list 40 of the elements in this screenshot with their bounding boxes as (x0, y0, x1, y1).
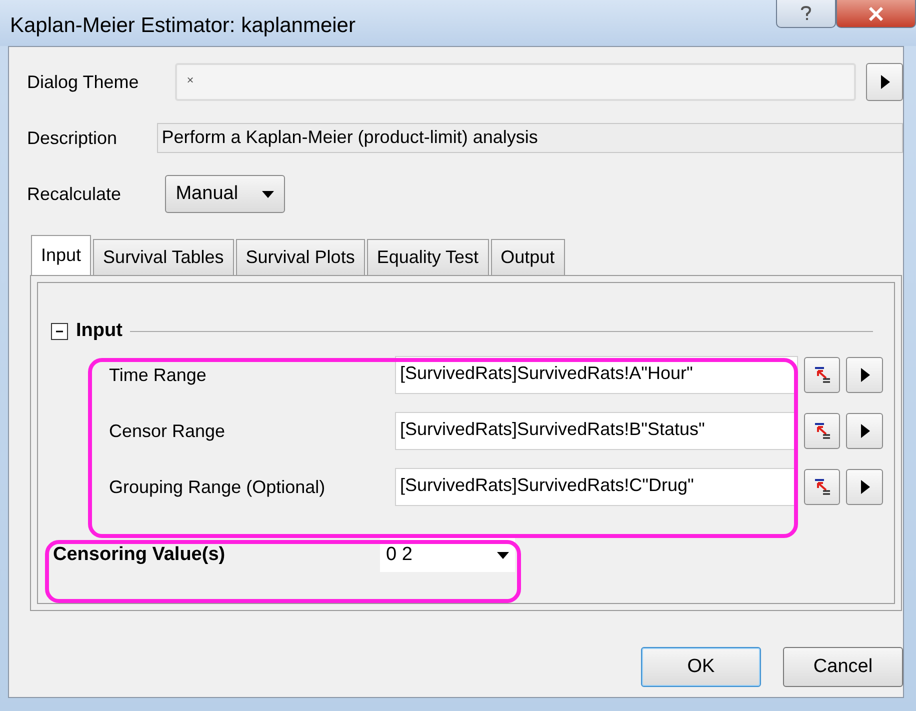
help-button[interactable] (776, 0, 836, 28)
tab[interactable]: Equality Test (366, 239, 489, 275)
tab[interactable]: Survival Tables (93, 239, 234, 275)
arrow-button[interactable] (846, 357, 883, 393)
tab[interactable]: Output (490, 239, 565, 275)
range-select-icon[interactable] (813, 366, 831, 384)
field-label: Recalculate (27, 184, 122, 204)
collapse-toggle[interactable] (51, 322, 68, 340)
play-arrow-icon[interactable] (860, 480, 870, 494)
field-label: Dialog Theme (27, 72, 140, 92)
play-arrow-icon[interactable] (860, 424, 870, 438)
field-label: Censor Range (109, 420, 226, 442)
ok-button[interactable]: OK (641, 647, 761, 687)
theme-input-field[interactable]: × (174, 63, 856, 101)
window-title: Kaplan-Meier Estimator: kaplanmeier (10, 13, 356, 38)
dropdown-arrow-icon[interactable] (262, 190, 274, 198)
recalculate-dropdown[interactable]: Manual (164, 175, 286, 213)
play-arrow-icon[interactable] (860, 368, 870, 382)
close-button[interactable] (836, 0, 916, 28)
tab[interactable]: Input (31, 235, 92, 275)
select-range-button[interactable] (804, 469, 840, 505)
range-select-icon[interactable] (813, 478, 831, 496)
dropdown-arrow-icon[interactable] (497, 552, 509, 558)
description-field: Perform a Kaplan-Meier (product-limit) analysis (156, 123, 903, 153)
field-label: Description (27, 128, 118, 148)
arrow-button[interactable] (846, 469, 883, 505)
section-title: Input (76, 320, 122, 342)
cancel-button[interactable]: Cancel (783, 647, 903, 687)
help-icon[interactable] (800, 6, 812, 22)
play-arrow-icon[interactable] (880, 75, 890, 89)
field-label: Time Range (109, 364, 208, 386)
arrow-button[interactable] (846, 413, 883, 449)
select-range-button[interactable] (804, 413, 840, 449)
field-label: Grouping Range (Optional) (109, 476, 326, 498)
tab[interactable]: Survival Plots (236, 239, 365, 275)
field-label: Censoring Value(s) (53, 544, 226, 566)
range-select-icon[interactable] (813, 422, 831, 440)
close-icon[interactable] (868, 6, 884, 20)
select-range-button[interactable] (804, 357, 840, 393)
arrow-button[interactable] (866, 63, 903, 101)
